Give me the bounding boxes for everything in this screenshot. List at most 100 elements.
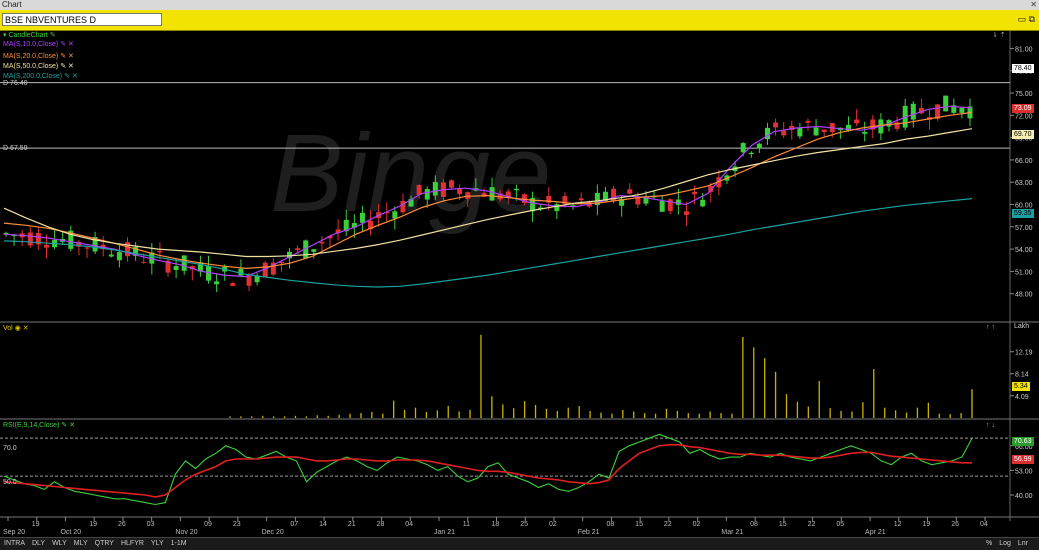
x-tick-label: 15 xyxy=(635,521,643,528)
candle-body xyxy=(449,180,455,188)
ma200-tag: 59.35 xyxy=(1012,209,1034,218)
x-tick-label: 18 xyxy=(492,521,500,528)
y-tick-label: 51.00 xyxy=(1015,269,1033,276)
y-tick-label: 12.19 xyxy=(1015,350,1033,357)
candle-body xyxy=(359,212,365,223)
candle-body xyxy=(959,107,965,113)
candle-body xyxy=(659,200,665,212)
x-tick-label: Feb 21 xyxy=(578,529,600,536)
x-tick-label: 11 xyxy=(463,521,470,528)
vol-legend[interactable]: Vol ◉ ✕ xyxy=(3,324,29,333)
timeframe-list: INTRA DLY WLY MLY QTRY HLFYR YLY 1-1M xyxy=(4,538,194,550)
eye-icon[interactable]: ◉ xyxy=(15,325,21,332)
legend-ma50[interactable]: MA(S,50.0,Close) ✎ ✕ xyxy=(3,62,74,71)
close-icon[interactable]: ✕ xyxy=(69,422,75,429)
window-title: Chart xyxy=(2,0,22,9)
rsi-tag: 70.63 xyxy=(1012,437,1034,446)
candle-body xyxy=(943,95,949,112)
y-tick-label: 40.00 xyxy=(1015,493,1033,500)
ma10-tag: 73.09 xyxy=(1012,104,1034,113)
candle-body xyxy=(424,189,430,200)
rsi-line xyxy=(3,443,972,498)
rsi-line xyxy=(3,433,973,506)
timeframe-mly[interactable]: MLY xyxy=(74,540,88,547)
x-tick-label: 28 xyxy=(377,521,385,528)
timeframe-qtry[interactable]: QTRY xyxy=(95,540,114,547)
x-tick-label: Sep 20 xyxy=(3,529,25,536)
candle-body xyxy=(578,198,584,201)
legend-label: MA(S,50.0,Close) xyxy=(3,63,59,70)
candle-body xyxy=(141,261,147,263)
timeframe-intra[interactable]: INTRA xyxy=(4,540,25,547)
close-icon[interactable]: ✕ xyxy=(68,41,74,48)
rsi-signal-tag: 56.99 xyxy=(1012,455,1034,464)
candle-body xyxy=(116,252,122,261)
timeframe-dly[interactable]: DLY xyxy=(32,540,45,547)
candle-body xyxy=(692,191,698,195)
candle-body xyxy=(392,211,398,219)
close-icon[interactable]: ✕ xyxy=(68,63,74,70)
vol-label: Vol xyxy=(3,325,13,332)
candle-body xyxy=(432,182,438,196)
pencil-icon[interactable]: ✎ xyxy=(61,422,67,429)
candle-body xyxy=(805,120,811,123)
rsi-legend[interactable]: RSI(E,9,14,Close) ✎ ✕ xyxy=(3,421,75,430)
x-tick-label: 26 xyxy=(951,521,959,528)
vol-tag: 5.34 xyxy=(1012,382,1030,391)
candle-body xyxy=(465,192,471,199)
x-tick-label: 22 xyxy=(664,521,672,528)
scale-option-percent[interactable]: % xyxy=(986,540,992,547)
x-tick-label: Jan 21 xyxy=(434,529,455,536)
vol-unit: Lakh xyxy=(1014,323,1030,330)
candle-body xyxy=(797,127,803,137)
y-tick-label: 53.00 xyxy=(1015,468,1033,475)
close-icon[interactable]: ✕ xyxy=(72,73,78,80)
x-tick-label: 19 xyxy=(32,521,40,528)
x-tick-label: 09 xyxy=(204,521,212,528)
candle-body xyxy=(635,197,641,205)
timeframe-hlfyr[interactable]: HLFYR xyxy=(121,540,144,547)
x-tick-label: 04 xyxy=(980,521,988,528)
close-icon[interactable]: ✕ xyxy=(1030,0,1037,10)
scale-option-log[interactable]: Log xyxy=(999,540,1011,547)
panel-arrows-icon[interactable]: ⇂ ⇡ xyxy=(992,31,1006,40)
rsi-level-50: 50.0 xyxy=(3,479,17,486)
panel-arrows-icon[interactable]: ↑ ↑ xyxy=(986,323,995,332)
y-tick-label: 75.00 xyxy=(1015,91,1033,98)
x-tick-label: 19 xyxy=(89,521,97,528)
symbol-input[interactable]: BSE NBVENTURES D xyxy=(2,13,162,26)
chart-canvas[interactable]: Binge 81.0078.0075.0072.0069.0066.0063.0… xyxy=(0,31,1039,537)
legend-candle[interactable]: ▾ CandleChart ✎ xyxy=(3,31,56,40)
candle-body xyxy=(513,188,519,191)
candle-body xyxy=(311,249,317,252)
ref-line-label-2: D 67.59 xyxy=(3,145,28,152)
legend-ma10[interactable]: MA(S,10.0,Close) ✎ ✕ xyxy=(3,40,74,49)
scale-option-lnr[interactable]: Lnr xyxy=(1018,540,1028,547)
legend-ma20[interactable]: MA(S,20.0,Close) ✎ ✕ xyxy=(3,52,74,61)
pencil-icon[interactable]: ✎ xyxy=(60,63,66,70)
pencil-icon[interactable]: ✎ xyxy=(60,41,66,48)
timeframe-yly[interactable]: YLY xyxy=(151,540,164,547)
candle-body xyxy=(700,199,706,207)
x-tick-label: Mar 21 xyxy=(721,529,743,536)
timeframe-bar: INTRA DLY WLY MLY QTRY HLFYR YLY 1-1M % Log Lnr xyxy=(0,537,1039,550)
candle-body xyxy=(854,119,860,124)
restore-icon[interactable]: ▭ ⧉ xyxy=(1018,14,1035,25)
x-tick-label: 02 xyxy=(549,521,557,528)
candle-body xyxy=(181,255,187,271)
pencil-icon[interactable]: ✎ xyxy=(50,32,56,39)
close-icon[interactable]: ✕ xyxy=(68,53,74,60)
candle-body xyxy=(230,283,236,286)
pencil-icon[interactable]: ✎ xyxy=(64,73,70,80)
x-tick-label: 07 xyxy=(290,521,298,528)
panel-arrows-icon[interactable]: ↑ ↓ xyxy=(986,421,995,430)
timeframe-wly[interactable]: WLY xyxy=(52,540,67,547)
x-tick-label: 04 xyxy=(405,521,413,528)
y-tick-label: 72.00 xyxy=(1015,113,1033,120)
candle-body xyxy=(773,122,779,128)
pencil-icon[interactable]: ✎ xyxy=(60,53,66,60)
timeframe-1-1m[interactable]: 1-1M xyxy=(171,540,187,547)
x-tick-label: 23 xyxy=(233,521,241,528)
legend-label: MA(S,20.0,Close) xyxy=(3,53,59,60)
close-icon[interactable]: ✕ xyxy=(23,325,29,332)
